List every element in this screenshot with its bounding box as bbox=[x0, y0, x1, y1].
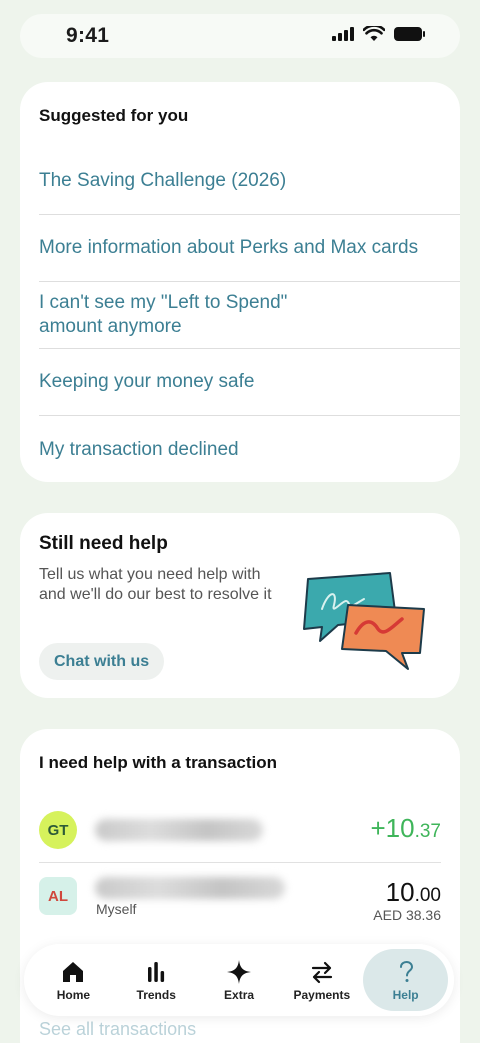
nav-item-home[interactable]: Home bbox=[32, 949, 115, 1011]
bottom-navigation: Home Trends Extra Payments Help bbox=[24, 944, 454, 1016]
see-all-transactions-link[interactable]: See all transactions bbox=[39, 1019, 196, 1040]
transfer-icon bbox=[311, 961, 332, 983]
transaction-amount: 10.00 bbox=[386, 877, 441, 908]
transaction-amount: +10.37 bbox=[370, 813, 441, 844]
nav-item-payments[interactable]: Payments bbox=[280, 949, 363, 1011]
blurred-merchant-name bbox=[95, 819, 263, 841]
nav-item-help[interactable]: Help bbox=[363, 949, 449, 1011]
transaction-row[interactable]: GT +10.37 bbox=[39, 797, 441, 863]
transaction-sublabel: Myself bbox=[96, 901, 137, 917]
nav-item-extra[interactable]: Extra bbox=[198, 949, 281, 1011]
blurred-merchant-name bbox=[95, 877, 285, 899]
cellular-signal-icon bbox=[332, 27, 354, 41]
transaction-heading: I need help with a transaction bbox=[39, 753, 278, 772]
transaction-sub-amount: AED 38.36 bbox=[373, 907, 441, 923]
suggested-item[interactable]: My transaction declined bbox=[39, 416, 460, 483]
wifi-icon bbox=[363, 26, 385, 41]
nav-item-trends[interactable]: Trends bbox=[115, 949, 198, 1011]
still-need-help-card: Still need help Tell us what you need he… bbox=[20, 513, 460, 698]
home-icon bbox=[63, 961, 84, 982]
sparkle-icon bbox=[227, 959, 252, 984]
help-title: Still need help bbox=[39, 533, 168, 554]
amount-decimal: .00 bbox=[414, 885, 441, 906]
transaction-row[interactable]: AL Myself 10.00 AED 38.36 bbox=[39, 863, 441, 929]
nav-label: Home bbox=[56, 987, 91, 1002]
amount-sign: + bbox=[370, 813, 386, 843]
nav-label: Trends bbox=[136, 987, 176, 1002]
amount-main: 10 bbox=[385, 813, 415, 843]
nav-label: Extra bbox=[224, 987, 255, 1002]
chat-with-us-button[interactable]: Chat with us bbox=[39, 643, 165, 680]
suggested-item[interactable]: More information about Perks and Max car… bbox=[39, 215, 460, 282]
suggested-item[interactable]: The Saving Challenge (2026) bbox=[39, 148, 460, 215]
nav-label: Payments bbox=[293, 987, 351, 1002]
amount-main: 10 bbox=[385, 877, 415, 907]
avatar: AL bbox=[39, 877, 77, 915]
nav-label: Help bbox=[392, 987, 419, 1002]
chat-bubbles-illustration bbox=[303, 572, 425, 670]
battery-icon bbox=[394, 27, 425, 41]
suggested-item[interactable]: Keeping your money safe bbox=[39, 349, 460, 416]
avatar: GT bbox=[39, 811, 77, 849]
trends-icon bbox=[148, 961, 165, 982]
help-description: Tell us what you need help with and we'l… bbox=[39, 566, 272, 603]
suggested-card: Suggested for you The Saving Challenge (… bbox=[20, 82, 460, 482]
status-time: 9:41 bbox=[66, 24, 110, 47]
suggested-heading: Suggested for you bbox=[39, 106, 189, 125]
amount-decimal: .37 bbox=[414, 821, 441, 842]
status-icons bbox=[332, 26, 425, 42]
suggested-item[interactable]: I can't see my "Left to Spend" amount an… bbox=[39, 282, 460, 349]
status-bar: 9:41 bbox=[20, 14, 460, 58]
question-icon bbox=[399, 960, 413, 982]
